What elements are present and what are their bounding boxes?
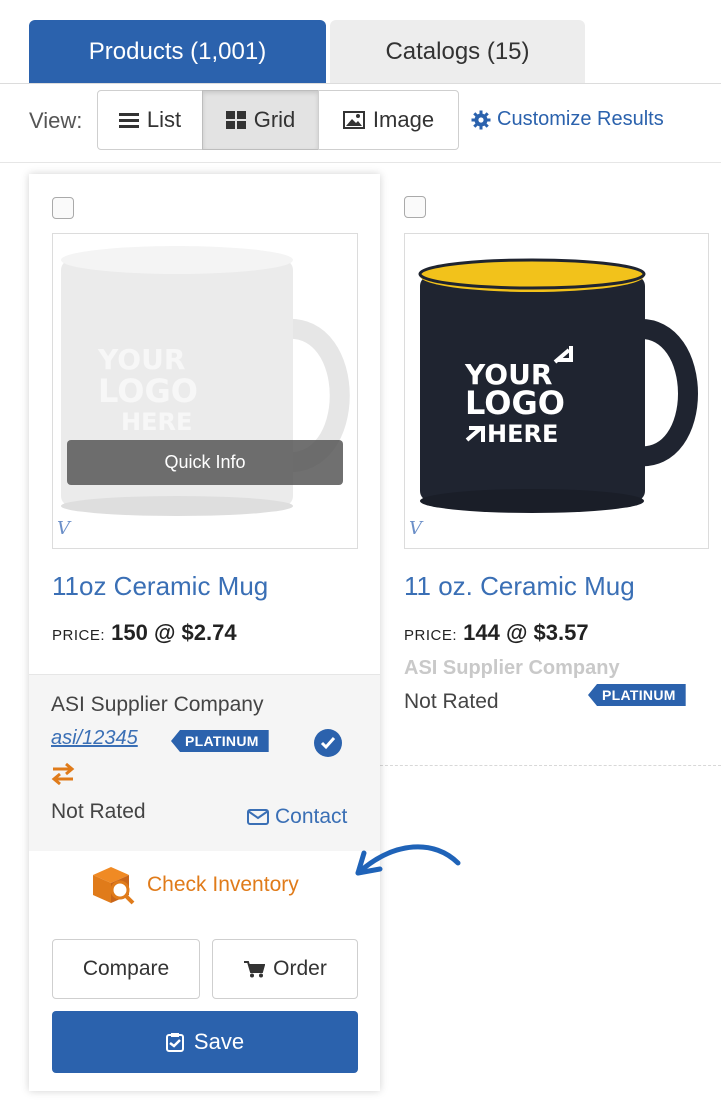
white-mug-image: YOUR LOGO HERE V: [57, 246, 350, 539]
price-value: 144 @ $3.57: [463, 620, 589, 645]
image-icon: [342, 111, 365, 129]
supplier-name[interactable]: ASI Supplier Company: [404, 657, 620, 680]
asi-number-link[interactable]: asi/12345: [51, 727, 138, 750]
order-button[interactable]: Order: [212, 939, 358, 999]
product-select-checkbox[interactable]: [52, 197, 74, 219]
product-price: PRICE: 150 @ $2.74: [52, 620, 237, 646]
save-button[interactable]: Save: [52, 1011, 358, 1073]
product-card-hovered: YOUR LOGO HERE V Quick Info 11oz Ceramic…: [29, 174, 380, 1091]
tab-catalogs[interactable]: Catalogs (15): [330, 20, 585, 84]
svg-text:V: V: [57, 518, 72, 539]
product-image[interactable]: YOUR LOGO HERE V Quick Info: [52, 233, 358, 549]
product-card: YOUR LOGO HERE V 11 oz. Ceramic Mug PRIC…: [380, 174, 721, 774]
customize-results-label: Customize Results: [497, 108, 664, 130]
check-inventory-link[interactable]: Check Inventory: [89, 865, 299, 905]
search-results-page: Products (1,001) Catalogs (15) View: Lis…: [0, 0, 721, 1113]
product-image[interactable]: YOUR LOGO HERE V: [404, 233, 709, 549]
product-title[interactable]: 11 oz. Ceramic Mug: [404, 571, 635, 602]
rating-text: Not Rated: [51, 800, 146, 823]
grid-view-button[interactable]: Grid: [202, 90, 319, 150]
supplier-section: ASI Supplier Company asi/12345 PLATINUM …: [29, 674, 380, 851]
save-label: Save: [193, 1029, 245, 1054]
price-label: PRICE:: [404, 627, 458, 644]
verified-check-icon: [314, 729, 342, 757]
product-title[interactable]: 11oz Ceramic Mug: [52, 571, 268, 602]
view-label: View:: [29, 108, 83, 133]
svg-text:HERE: HERE: [487, 420, 558, 448]
svg-text:HERE: HERE: [121, 408, 192, 436]
product-select-checkbox[interactable]: [404, 196, 426, 218]
check-inventory-label: Check Inventory: [147, 873, 299, 896]
list-icon: [118, 113, 139, 128]
platinum-badge: PLATINUM: [171, 730, 269, 752]
list-view-button[interactable]: List: [97, 90, 203, 150]
quick-info-button[interactable]: Quick Info: [67, 440, 343, 485]
clipboard-check-icon: [165, 1033, 184, 1052]
order-label: Order: [273, 957, 327, 980]
compare-button[interactable]: Compare: [52, 939, 200, 999]
gear-icon: [471, 110, 491, 129]
tab-divider: [0, 83, 721, 84]
price-value: 150 @ $2.74: [111, 620, 237, 645]
results-tabs: Products (1,001) Catalogs (15): [29, 20, 585, 84]
grid-view-label: Grid: [253, 107, 296, 132]
contact-label: Contact: [275, 805, 348, 828]
list-view-label: List: [146, 107, 182, 132]
exchange-arrows-icon: [51, 762, 75, 790]
supplier-name[interactable]: ASI Supplier Company: [51, 693, 263, 717]
contact-link[interactable]: Contact: [247, 805, 347, 829]
svg-text:V: V: [409, 518, 424, 539]
svg-text:LOGO: LOGO: [98, 372, 198, 410]
view-button-group: List Grid Image: [97, 90, 459, 150]
image-view-label: Image: [372, 107, 435, 132]
cart-icon: [244, 961, 266, 978]
svg-text:LOGO: LOGO: [465, 384, 565, 422]
grid-icon: [225, 111, 246, 129]
image-view-button[interactable]: Image: [318, 90, 459, 150]
view-toolbar: View: List Grid Image Customize Results: [0, 90, 721, 150]
platinum-badge: PLATINUM: [588, 684, 686, 706]
rating-text: Not Rated: [404, 690, 499, 713]
tab-products[interactable]: Products (1,001): [29, 20, 326, 84]
customize-results-link[interactable]: Customize Results: [471, 108, 664, 131]
results-divider: [0, 162, 721, 163]
product-price: PRICE: 144 @ $3.57: [404, 620, 589, 646]
price-label: PRICE:: [52, 627, 106, 644]
black-mug-image: YOUR LOGO HERE V: [409, 258, 698, 539]
annotation-arrow-icon: [355, 844, 461, 876]
envelope-icon: [247, 809, 269, 825]
compare-label: Compare: [82, 957, 170, 980]
inventory-box-icon: [93, 867, 135, 905]
